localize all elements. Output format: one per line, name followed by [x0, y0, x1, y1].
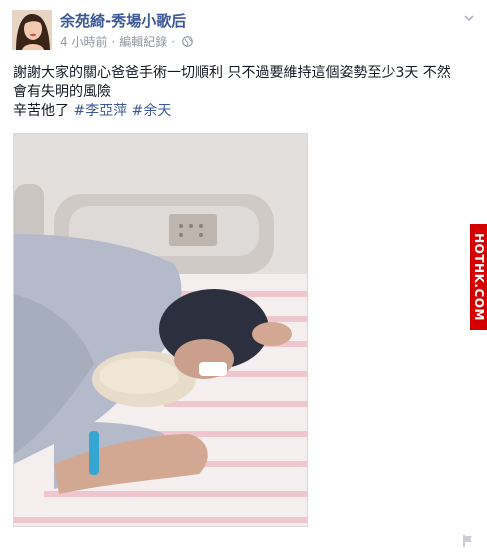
post-text-line-3: 辛苦他了 #李亞萍 #余天	[13, 102, 478, 121]
meta-separator: ·	[111, 34, 116, 49]
post-text: 謝謝大家的關心爸爸手術一切順利 只不過要維持這個姿勢至少3天 不然 會有失明的風…	[13, 64, 478, 121]
photo-image	[14, 134, 307, 526]
post-text-line-3-lead: 辛苦他了	[13, 103, 74, 119]
avatar[interactable]	[12, 10, 52, 50]
avatar-image	[12, 10, 52, 50]
post-meta: 4 小時前 · 編輯紀錄 ·	[60, 33, 193, 50]
author-name[interactable]: 余苑綺-秀場小歌后	[60, 10, 186, 31]
watermark-text: HOTHK.COM	[471, 233, 486, 321]
post-time[interactable]: 4 小時前	[60, 33, 107, 50]
meta-separator-2: ·	[171, 34, 176, 49]
globe-icon[interactable]	[182, 36, 193, 47]
flag-icon[interactable]	[461, 534, 475, 548]
edit-history-link[interactable]: 編輯紀錄	[119, 33, 167, 50]
facebook-post: 余苑綺-秀場小歌后 4 小時前 · 編輯紀錄 · 謝謝大家的關心爸爸手術一切順利…	[0, 0, 487, 554]
post-text-line-2: 會有失明的風險	[13, 84, 111, 100]
chevron-down-icon[interactable]	[461, 10, 477, 26]
post-photo[interactable]	[13, 133, 308, 527]
hashtag-link[interactable]: #余天	[132, 103, 172, 119]
post-text-line-1: 謝謝大家的關心爸爸手術一切順利 只不過要維持這個姿勢至少3天 不然	[13, 65, 451, 81]
watermark-badge: HOTHK.COM	[470, 224, 487, 330]
hashtag-link[interactable]: #李亞萍	[73, 103, 127, 119]
